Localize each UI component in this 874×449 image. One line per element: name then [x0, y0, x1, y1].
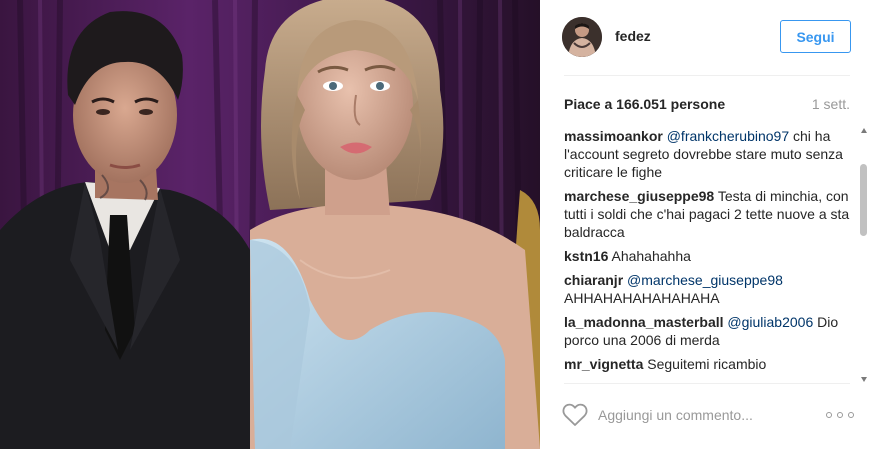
comment-username[interactable]: la_madonna_masterball — [564, 314, 724, 330]
follow-button[interactable]: Segui — [780, 20, 851, 53]
comment-text: Ahahahahha — [608, 248, 691, 264]
heart-icon[interactable] — [562, 403, 588, 427]
comment-mention[interactable]: @giuliab2006 — [727, 314, 813, 330]
likes-row: Piace a 166.051 persone 1 sett. — [564, 96, 850, 114]
comment-username[interactable]: mr_vignetta — [564, 356, 643, 372]
comment-username[interactable]: kstn16 — [564, 248, 608, 264]
post-timestamp[interactable]: 1 sett. — [812, 96, 850, 112]
header-divider — [564, 75, 850, 76]
comment-text: AHHAHAHAHAHAHAHA — [564, 290, 720, 306]
post-username[interactable]: fedez — [615, 28, 651, 44]
comment-username[interactable]: chiaranjr — [564, 272, 623, 288]
comment-item: la_madonna_masterball @giuliab2006 Dio p… — [564, 313, 850, 349]
comment-item: kstn16 Ahahahahha — [564, 247, 850, 265]
scroll-down-arrow-icon[interactable] — [861, 377, 867, 382]
comment-item: massimoankor @frankcherubino97 chi ha l'… — [564, 127, 850, 181]
post-footer — [540, 384, 874, 449]
comment-item: chiaranjr @marchese_giuseppe98 AHHAHAHAH… — [564, 271, 850, 307]
scroll-up-arrow-icon[interactable] — [861, 128, 867, 133]
post-side-panel: fedez Segui Piace a 166.051 persone 1 se… — [540, 0, 874, 449]
comment-username[interactable]: marchese_giuseppe98 — [564, 188, 714, 204]
more-options-icon[interactable] — [826, 406, 854, 424]
dot-icon — [848, 412, 854, 418]
post-header: fedez Segui — [540, 0, 874, 76]
comment-username[interactable]: massimoankor — [564, 128, 663, 144]
dot-icon — [826, 412, 832, 418]
comment-item: mr_vignetta Seguitemi ricambio — [564, 355, 850, 373]
likes-count[interactable]: Piace a 166.051 persone — [564, 96, 725, 112]
comments-scrollbar[interactable] — [858, 128, 870, 382]
avatar[interactable] — [562, 17, 602, 57]
post-photo[interactable] — [0, 0, 540, 449]
comment-item: marchese_giuseppe98 Testa di minchia, co… — [564, 187, 850, 241]
comment-input[interactable] — [598, 404, 808, 426]
comment-text: Seguitemi ricambio — [643, 356, 767, 372]
dot-icon — [837, 412, 843, 418]
comments-list[interactable]: massimoankor @frankcherubino97 chi ha l'… — [564, 127, 850, 382]
comment-mention[interactable]: @frankcherubino97 — [667, 128, 789, 144]
scroll-thumb[interactable] — [860, 164, 867, 236]
comment-mention[interactable]: @marchese_giuseppe98 — [627, 272, 783, 288]
